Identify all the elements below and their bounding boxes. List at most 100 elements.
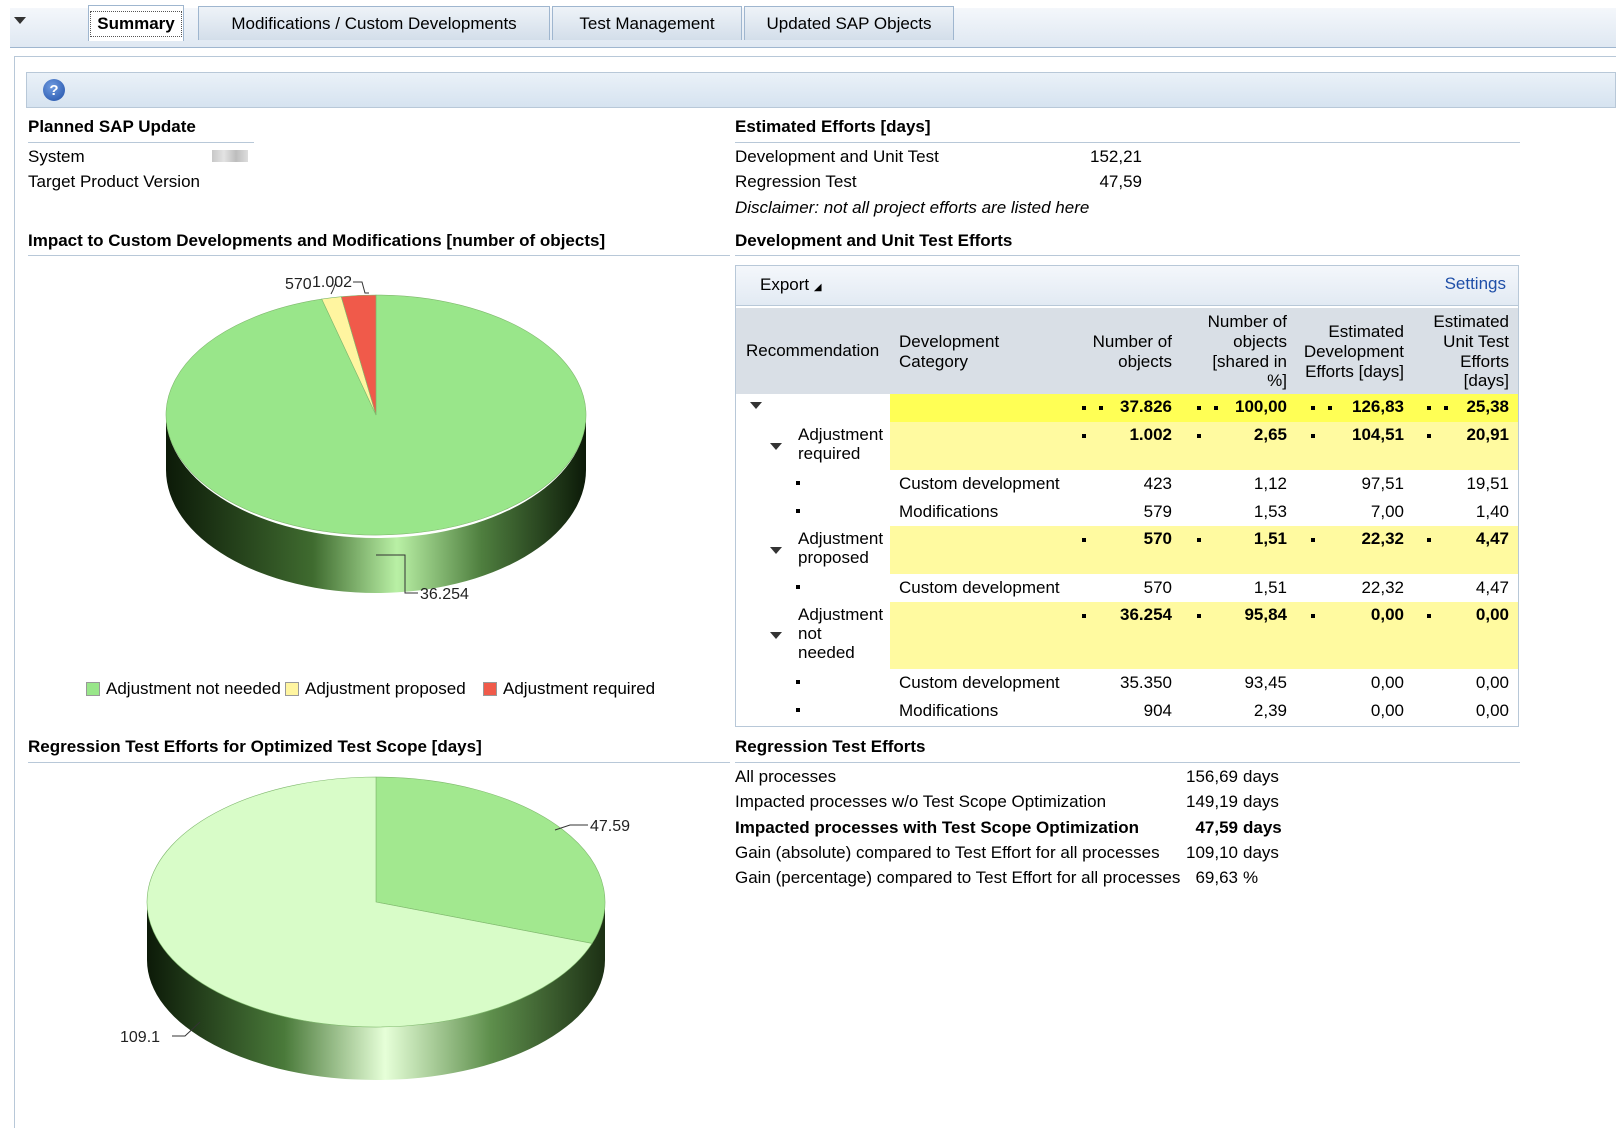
cell-category: Custom development xyxy=(899,673,1060,692)
table-row[interactable]: Custom development 35.350 93,45 0,00 0,0… xyxy=(736,669,1518,697)
col-shared-2[interactable]: objects xyxy=(1186,332,1287,351)
disclaimer: Disclaimer: not all project efforts are … xyxy=(735,198,1090,217)
cell-objects: 37.826 xyxy=(1120,397,1172,416)
cell-shared: 95,84 xyxy=(1244,605,1287,624)
impact-chart-title: Impact to Custom Developments and Modifi… xyxy=(28,231,606,250)
dev-unit-test-value: 152,21 xyxy=(1090,147,1142,166)
group-label: proposed xyxy=(798,548,869,567)
cell-unit: 20,91 xyxy=(1466,425,1509,444)
legend-label: Adjustment required xyxy=(503,679,656,698)
cell-objects: 423 xyxy=(1143,474,1172,493)
regression-unit: days xyxy=(1243,818,1282,837)
regression-chart-title: Regression Test Efforts for Optimized Te… xyxy=(28,737,482,756)
table-row-group[interactable]: Adjustment proposed 570 1,51 22,32 4,47 xyxy=(736,526,1518,574)
col-dev-1[interactable]: Estimated xyxy=(1296,322,1404,341)
col-unit-2[interactable]: Unit Test xyxy=(1416,332,1509,351)
bullet-icon xyxy=(796,585,800,589)
col-dev-3[interactable]: Efforts [days] xyxy=(1296,362,1404,381)
cell-shared: 2,39 xyxy=(1253,701,1287,720)
data-label: 109.1 xyxy=(120,1029,160,1046)
table-row-group[interactable]: Adjustment not needed 36.254 95,84 0,00 … xyxy=(736,602,1518,669)
cell-objects: 570 xyxy=(1143,529,1172,548)
divider xyxy=(735,762,1520,763)
col-unit-1[interactable]: Estimated xyxy=(1416,312,1509,331)
col-shared-1[interactable]: Number of xyxy=(1186,312,1287,331)
table-row[interactable]: Modifications 904 2,39 0,00 0,00 xyxy=(736,697,1518,725)
tab-modifications[interactable]: Modifications / Custom Developments xyxy=(198,6,550,40)
table-row-total[interactable]: 37.826 100,00 126,83 25,38 xyxy=(736,394,1518,422)
table-row[interactable]: Custom development 570 1,51 22,32 4,47 xyxy=(736,574,1518,602)
col-shared-3[interactable]: [shared in xyxy=(1186,352,1287,371)
divider xyxy=(28,142,254,143)
col-shared-4[interactable]: %] xyxy=(1186,371,1287,390)
regression-unit: days xyxy=(1243,767,1279,786)
col-category-1[interactable]: Development xyxy=(899,332,999,351)
impact-pie-chart: 36.254 570 1.002 xyxy=(165,274,587,603)
cell-category: Modifications xyxy=(899,701,999,720)
legend-label: Adjustment not needed xyxy=(106,679,281,698)
cell-category: Custom development xyxy=(899,474,1060,493)
col-unit-3[interactable]: Efforts xyxy=(1416,352,1509,371)
help-icon[interactable]: ? xyxy=(43,79,65,101)
cell-objects: 570 xyxy=(1143,578,1172,597)
legend-item-proposed: Adjustment proposed xyxy=(285,679,466,699)
data-label: 36.254 xyxy=(420,586,469,603)
regression-value: 156,69 xyxy=(1186,767,1238,786)
data-label: 570 xyxy=(285,276,312,293)
cell-dev: 0,00 xyxy=(1370,673,1404,692)
col-objects-1[interactable]: Number of xyxy=(1076,332,1172,351)
table-toolbar: Export ◢ Settings xyxy=(736,266,1518,306)
collapse-icon[interactable] xyxy=(770,632,782,639)
regression-value: 47,59 xyxy=(1195,818,1238,837)
regression-label: All processes xyxy=(735,767,837,786)
regression-value: 109,10 xyxy=(1186,843,1238,862)
tab-list-menu-button[interactable] xyxy=(10,12,30,28)
collapse-icon[interactable] xyxy=(770,547,782,554)
system-label: System xyxy=(28,147,85,166)
cell-dev: 0,00 xyxy=(1370,701,1404,720)
legend-swatch xyxy=(86,682,100,696)
cell-category: Custom development xyxy=(899,578,1060,597)
collapse-icon[interactable] xyxy=(770,443,782,450)
regression-value: 149,19 xyxy=(1186,792,1238,811)
table-row[interactable]: Custom development 423 1,12 97,51 19,51 xyxy=(736,470,1518,498)
legend-item-required: Adjustment required xyxy=(483,679,655,699)
data-label: 1.002 xyxy=(312,274,352,291)
export-button[interactable]: Export ◢ xyxy=(760,275,822,295)
cell-shared: 1,12 xyxy=(1253,474,1287,493)
tab-test-management[interactable]: Test Management xyxy=(552,6,742,40)
cell-unit: 25,38 xyxy=(1466,397,1509,416)
collapse-icon[interactable] xyxy=(750,402,762,409)
system-value-redacted xyxy=(212,150,248,162)
table-row-group[interactable]: Adjustment required 1.002 2,65 104,51 20… xyxy=(736,422,1518,470)
cell-shared: 1,51 xyxy=(1253,529,1287,548)
cell-unit: 4,47 xyxy=(1475,578,1509,597)
tab-summary[interactable]: Summary xyxy=(88,5,184,41)
tab-updated-sap-objects[interactable]: Updated SAP Objects xyxy=(744,6,954,40)
divider xyxy=(28,762,730,763)
dev-unit-test-table: Export ◢ Settings Recommendation Develop… xyxy=(735,265,1519,727)
divider xyxy=(28,255,730,256)
col-dev-2[interactable]: Development xyxy=(1296,342,1404,361)
bullet-icon xyxy=(796,481,800,485)
regression-pie-chart: 47.59 109.1 xyxy=(120,776,630,1080)
target-product-version-label: Target Product Version xyxy=(28,172,200,191)
settings-link[interactable]: Settings xyxy=(1445,274,1506,294)
cell-unit: 19,51 xyxy=(1466,474,1509,493)
group-label: needed xyxy=(798,643,855,662)
col-recommendation[interactable]: Recommendation xyxy=(746,341,879,360)
table-row[interactable]: Modifications 579 1,53 7,00 1,40 xyxy=(736,498,1518,526)
menu-arrow-icon: ◢ xyxy=(813,282,822,293)
cell-dev: 126,83 xyxy=(1352,397,1404,416)
col-unit-4[interactable]: [days] xyxy=(1416,371,1509,390)
tab-modifications-label: Modifications / Custom Developments xyxy=(231,13,517,33)
regression-efforts-title: Regression Test Efforts xyxy=(735,737,926,756)
col-objects-2[interactable]: objects xyxy=(1076,352,1172,371)
group-label: not xyxy=(798,624,822,643)
table-header: Recommendation Development Category Numb… xyxy=(736,308,1518,394)
dev-unit-test-label: Development and Unit Test xyxy=(735,147,939,166)
data-label: 47.59 xyxy=(590,818,630,835)
col-category-2[interactable]: Category xyxy=(899,352,968,371)
group-label: Adjustment xyxy=(798,425,884,444)
regression-test-value: 47,59 xyxy=(1099,172,1142,191)
